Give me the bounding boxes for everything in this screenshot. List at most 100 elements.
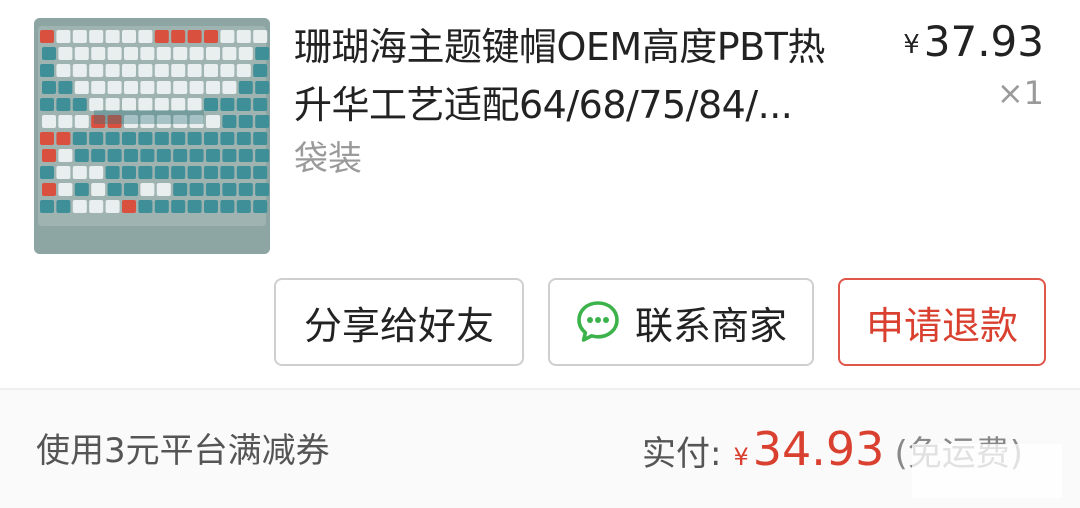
keycap: [42, 183, 56, 196]
keycap: [204, 64, 218, 77]
keycap: [56, 166, 71, 179]
keycap: [74, 149, 89, 162]
keycap: [89, 166, 104, 179]
keycap: [187, 166, 202, 179]
keycap: [89, 98, 104, 111]
keycap: [253, 166, 268, 179]
keycap: [204, 166, 218, 179]
keycap: [171, 30, 186, 43]
keyboard-image: [34, 18, 270, 254]
keycap: [171, 64, 186, 77]
keycap: [140, 47, 155, 60]
keycap: [74, 47, 89, 60]
keycap: [124, 47, 138, 60]
watermark-overlay: [912, 444, 1062, 498]
keycap: [124, 183, 138, 196]
keycap: [140, 149, 155, 162]
keycap: [238, 183, 253, 196]
keycap: [156, 183, 171, 196]
keycap: [72, 132, 87, 145]
keycap: [255, 81, 270, 94]
keycap: [40, 132, 54, 145]
keycap: [91, 47, 106, 60]
keycap: [122, 132, 136, 145]
keycap: [238, 47, 253, 60]
keycap: [173, 81, 188, 94]
keycap: [236, 98, 251, 111]
request-refund-button[interactable]: 申请退款: [838, 278, 1046, 366]
keycap: [40, 30, 54, 43]
keycap: [58, 183, 73, 196]
keycap: [253, 64, 268, 77]
keycap: [255, 47, 270, 60]
product-title-line-1: 珊瑚海主题键帽OEM高度PBT热: [294, 25, 825, 69]
keycap: [222, 115, 237, 128]
keycap: [107, 47, 122, 60]
keycap: [220, 132, 235, 145]
keycap: [220, 64, 235, 77]
keycap: [74, 115, 89, 128]
keycap: [105, 132, 120, 145]
keycap: [40, 64, 54, 77]
keycap: [238, 115, 253, 128]
keycap: [91, 183, 106, 196]
keycap: [89, 64, 104, 77]
keycap: [42, 115, 56, 128]
product-price: ¥37.93: [903, 16, 1044, 71]
keycap: [189, 81, 204, 94]
keycap: [171, 166, 186, 179]
keycap: [187, 200, 202, 213]
keycap: [173, 183, 188, 196]
paid-label: 实付:: [642, 434, 722, 474]
product-thumbnail[interactable]: [34, 18, 270, 254]
keycap: [138, 30, 153, 43]
keycap: [156, 81, 171, 94]
keycap: [253, 98, 268, 111]
keycap: [156, 149, 171, 162]
keycap: [72, 166, 87, 179]
keycap: [42, 149, 56, 162]
keycap: [154, 132, 169, 145]
keycap: [107, 149, 122, 162]
product-title[interactable]: 珊瑚海主题键帽OEM高度PBT热 升华工艺适配64/68/75/84/...: [294, 18, 874, 134]
keycap: [58, 81, 73, 94]
keycap: [72, 64, 87, 77]
product-quantity: ×1: [996, 74, 1044, 112]
spacebar-shadow: [94, 110, 204, 124]
keycap: [154, 200, 169, 213]
keycap: [204, 98, 218, 111]
keycap: [140, 183, 155, 196]
request-refund-label: 申请退款: [865, 303, 1018, 348]
keycap: [140, 81, 155, 94]
keycap: [105, 98, 120, 111]
keycap: [236, 166, 251, 179]
keycap: [253, 132, 268, 145]
keycap: [220, 166, 235, 179]
keycap: [40, 166, 54, 179]
coupon-info[interactable]: 使用3元平台满减券: [36, 426, 330, 476]
keycap: [56, 98, 71, 111]
keycap: [204, 200, 218, 213]
contact-seller-button[interactable]: 联系商家: [548, 278, 814, 366]
price-currency: ¥: [903, 30, 920, 60]
keycap: [72, 200, 87, 213]
keycap: [206, 183, 220, 196]
keycap: [105, 166, 120, 179]
keycap: [42, 47, 56, 60]
keycap: [255, 183, 270, 196]
keycap: [206, 47, 220, 60]
keycap: [138, 200, 153, 213]
share-button-label: 分享给好友: [303, 303, 494, 348]
keycap: [222, 81, 237, 94]
keycap: [238, 149, 253, 162]
keycap: [236, 64, 251, 77]
keycap: [189, 47, 204, 60]
keycap: [56, 64, 71, 77]
keycap: [255, 115, 270, 128]
keycap: [253, 30, 268, 43]
keycap: [138, 98, 153, 111]
share-button[interactable]: 分享给好友: [274, 278, 524, 366]
keycap: [89, 30, 104, 43]
keycap: [220, 98, 235, 111]
keycap: [220, 30, 235, 43]
